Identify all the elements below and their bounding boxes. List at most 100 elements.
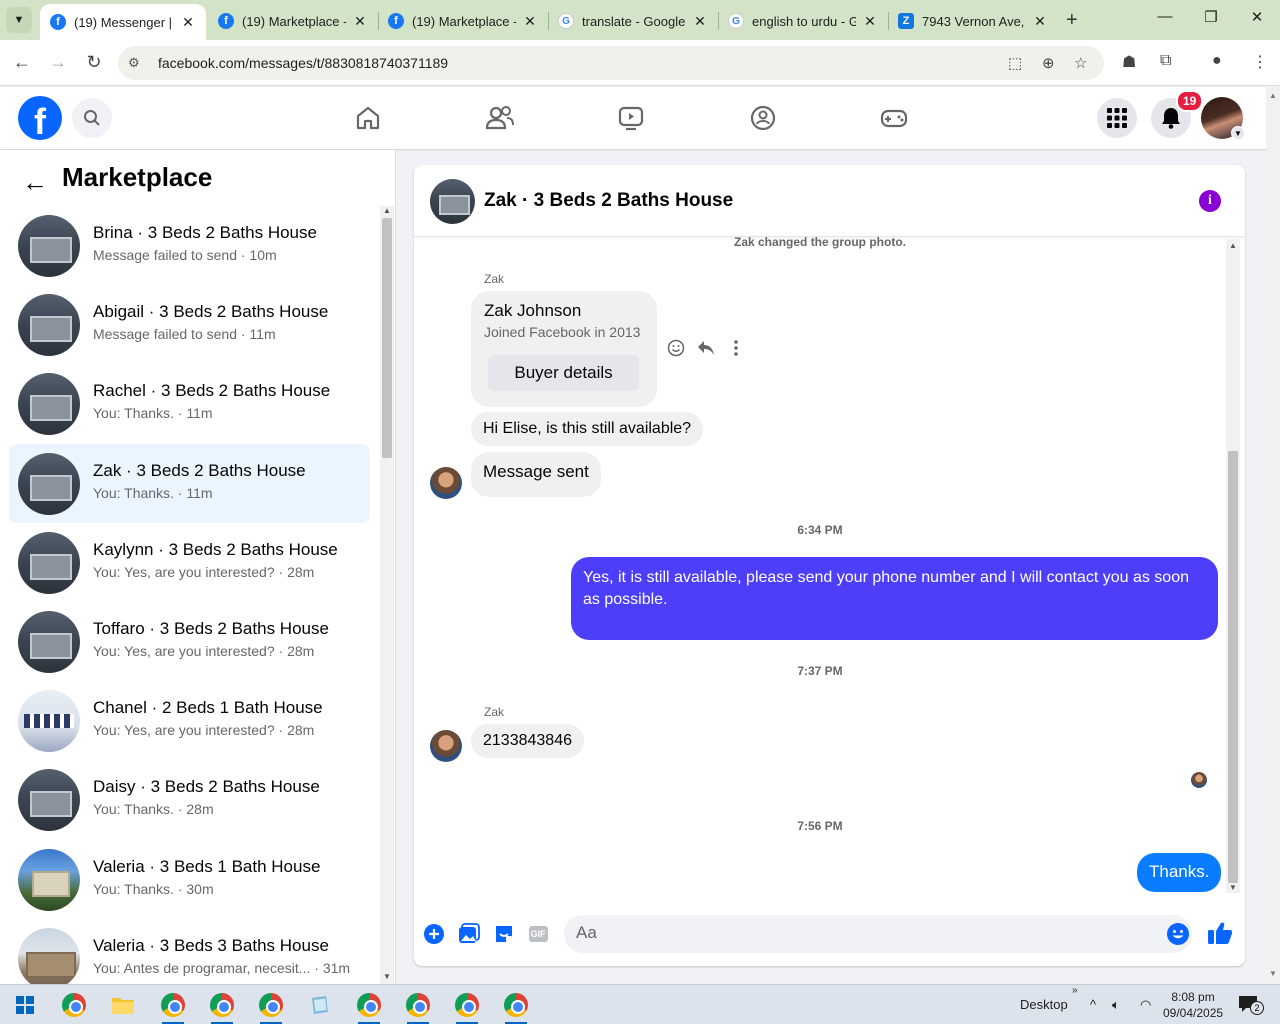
chat-scrollbar[interactable]: ▲ ▼	[1226, 239, 1240, 893]
like-send-button[interactable]	[1207, 920, 1233, 946]
taskbar-chrome[interactable]	[59, 990, 89, 1020]
start-button[interactable]	[10, 990, 40, 1020]
scroll-down-icon[interactable]: ▼	[1269, 969, 1277, 978]
action-center-button[interactable]: 2	[1238, 995, 1264, 1015]
incoming-message[interactable]: Message sent	[471, 452, 601, 497]
scroll-up-icon[interactable]: ▲	[1269, 91, 1277, 100]
buyer-details-button[interactable]: Buyer details	[488, 355, 639, 391]
chrome-menu-icon[interactable]: ⋮	[1252, 52, 1268, 72]
address-bar[interactable]: ⚙ facebook.com/messages/t/88308187403711…	[118, 46, 1104, 80]
extension-robot-icon[interactable]: ☗	[1122, 52, 1136, 72]
tab-marketplace-1[interactable]: f (19) Marketplace - ✕	[208, 4, 378, 38]
close-tab-icon[interactable]: ✕	[352, 13, 368, 30]
taskbar-chrome-profile-4[interactable]	[354, 990, 384, 1024]
conversation-item[interactable]: Zak · 3 Beds 2 Baths House You: Thanks. ·…	[9, 443, 370, 523]
taskbar-chrome-profile-3[interactable]	[256, 990, 286, 1024]
tab-search-button[interactable]: ▼	[6, 7, 32, 33]
gif-button[interactable]: GIF	[526, 922, 550, 946]
chat-title[interactable]: Zak · 3 Beds 2 Baths House	[484, 190, 733, 212]
chevron-down-icon[interactable]: ▼	[1231, 126, 1245, 140]
gaming-nav-button[interactable]	[879, 103, 909, 133]
close-tab-icon[interactable]: ✕	[180, 14, 196, 31]
expand-toolbar-icon[interactable]: »	[1072, 985, 1078, 996]
system-clock[interactable]: 8:08 pm 09/04/2025	[1163, 989, 1223, 1021]
bookmark-star-icon[interactable]: ☆	[1074, 54, 1087, 72]
emoji-button[interactable]	[1166, 922, 1190, 951]
scroll-down-icon[interactable]: ▼	[383, 972, 391, 981]
profile-icon[interactable]: ●	[1212, 52, 1222, 70]
message-input[interactable]	[576, 923, 1136, 943]
restore-icon[interactable]: ❐	[1196, 8, 1226, 26]
conversation-item[interactable]: Rachel · 3 Beds 2 Baths House You: Thanks…	[9, 364, 370, 443]
scroll-up-icon[interactable]: ▲	[1229, 241, 1237, 250]
friends-nav-button[interactable]	[485, 103, 515, 133]
zoom-icon[interactable]: ⊕	[1042, 54, 1055, 72]
taskbar-chrome-profile-1[interactable]	[158, 990, 188, 1024]
conversation-item[interactable]: Brina · 3 Beds 2 Baths House Message fail…	[9, 206, 370, 285]
incoming-message[interactable]: 2133843846	[471, 724, 584, 758]
taskbar-chrome-profile-2[interactable]	[207, 990, 237, 1024]
more-actions-button[interactable]	[422, 922, 446, 946]
page-scrollbar[interactable]: ▲ ▼	[1266, 87, 1280, 984]
reply-icon[interactable]	[697, 339, 715, 357]
message-input-box[interactable]	[564, 915, 1192, 953]
volume-icon[interactable]: 🔈︎	[1112, 997, 1120, 1013]
sender-avatar[interactable]	[430, 467, 462, 499]
attach-photo-button[interactable]	[457, 922, 481, 946]
video-nav-button[interactable]	[616, 103, 646, 133]
back-arrow-icon[interactable]: ←	[22, 167, 48, 198]
close-tab-icon[interactable]: ✕	[522, 13, 538, 30]
back-icon[interactable]: ←	[10, 52, 34, 73]
scrollbar-thumb[interactable]	[382, 218, 392, 458]
taskbar-chrome-profile-6[interactable]	[452, 990, 482, 1024]
conversation-item[interactable]: Valeria · 3 Beds 1 Bath House You: Thanks…	[9, 840, 370, 919]
tab-translate[interactable]: G translate - Google ✕	[548, 4, 718, 38]
taskbar-notepad[interactable]	[305, 990, 335, 1020]
scroll-up-icon[interactable]: ▲	[383, 206, 391, 215]
sender-avatar[interactable]	[430, 730, 462, 762]
tab-marketplace-2[interactable]: f (19) Marketplace - ✕	[378, 4, 548, 38]
tab-messenger[interactable]: f (19) Messenger | Fa ✕	[40, 4, 206, 40]
close-tab-icon[interactable]: ✕	[862, 13, 878, 30]
close-tab-icon[interactable]: ✕	[692, 13, 708, 30]
conversation-list-scrollbar[interactable]: ▲ ▼	[380, 206, 394, 984]
menu-button[interactable]	[1097, 98, 1137, 138]
install-app-icon[interactable]: ⬚	[1008, 54, 1022, 72]
listing-avatar[interactable]	[430, 179, 475, 224]
conversation-item[interactable]: Toffaro · 3 Beds 2 Baths House You: Yes, …	[9, 602, 370, 681]
conversation-item[interactable]: Daisy · 3 Beds 2 Baths House You: Thanks.…	[9, 760, 370, 839]
extensions-puzzle-icon[interactable]: ⧉	[1160, 52, 1171, 70]
facebook-logo-icon[interactable]: f	[18, 96, 62, 140]
show-hidden-icons[interactable]: ^	[1090, 997, 1096, 1012]
conversation-item[interactable]: Chanel · 2 Beds 1 Bath House You: Yes, ar…	[9, 681, 370, 760]
taskbar-file-explorer[interactable]	[108, 990, 138, 1020]
scrollbar-thumb[interactable]	[1228, 451, 1238, 883]
incoming-message[interactable]: Hi Elise, is this still available?	[471, 412, 704, 446]
react-emoji-icon[interactable]	[667, 339, 685, 357]
outgoing-message[interactable]: Yes, it is still available, please send …	[571, 557, 1218, 640]
close-window-icon[interactable]: ✕	[1242, 8, 1272, 26]
taskbar-chrome-profile-7[interactable]	[501, 990, 531, 1024]
reload-icon[interactable]: ↻	[82, 52, 106, 73]
scroll-down-icon[interactable]: ▼	[1229, 883, 1237, 892]
taskbar-chrome-profile-5[interactable]	[403, 990, 433, 1024]
network-icon[interactable]: ◠	[1140, 997, 1151, 1013]
search-button[interactable]	[72, 98, 112, 138]
conversation-item[interactable]: Abigail · 3 Beds 2 Baths House Message fa…	[9, 285, 370, 364]
desktop-toolbar-label[interactable]: Desktop	[1020, 997, 1068, 1012]
tab-english-to-urdu[interactable]: G english to urdu - G ✕	[718, 4, 888, 38]
site-settings-icon[interactable]: ⚙	[128, 55, 140, 71]
info-icon[interactable]: i	[1199, 190, 1221, 212]
tab-zillow[interactable]: Z 7943 Vernon Ave, ✕	[888, 4, 1058, 38]
groups-nav-button[interactable]	[748, 103, 778, 133]
minimize-icon[interactable]: —	[1150, 8, 1180, 25]
more-options-icon[interactable]	[727, 339, 745, 357]
sticker-button[interactable]	[492, 922, 516, 946]
conversation-item[interactable]: Kaylynn · 3 Beds 2 Baths House You: Yes, …	[9, 523, 370, 602]
home-nav-button[interactable]	[353, 103, 383, 133]
new-tab-icon[interactable]: +	[1066, 9, 1078, 32]
forward-icon[interactable]: →	[46, 52, 70, 73]
outgoing-message[interactable]: Thanks.	[1137, 853, 1222, 892]
close-tab-icon[interactable]: ✕	[1032, 13, 1048, 30]
conversation-item[interactable]: Valeria · 3 Beds 3 Baths House You: Antes…	[9, 919, 370, 984]
